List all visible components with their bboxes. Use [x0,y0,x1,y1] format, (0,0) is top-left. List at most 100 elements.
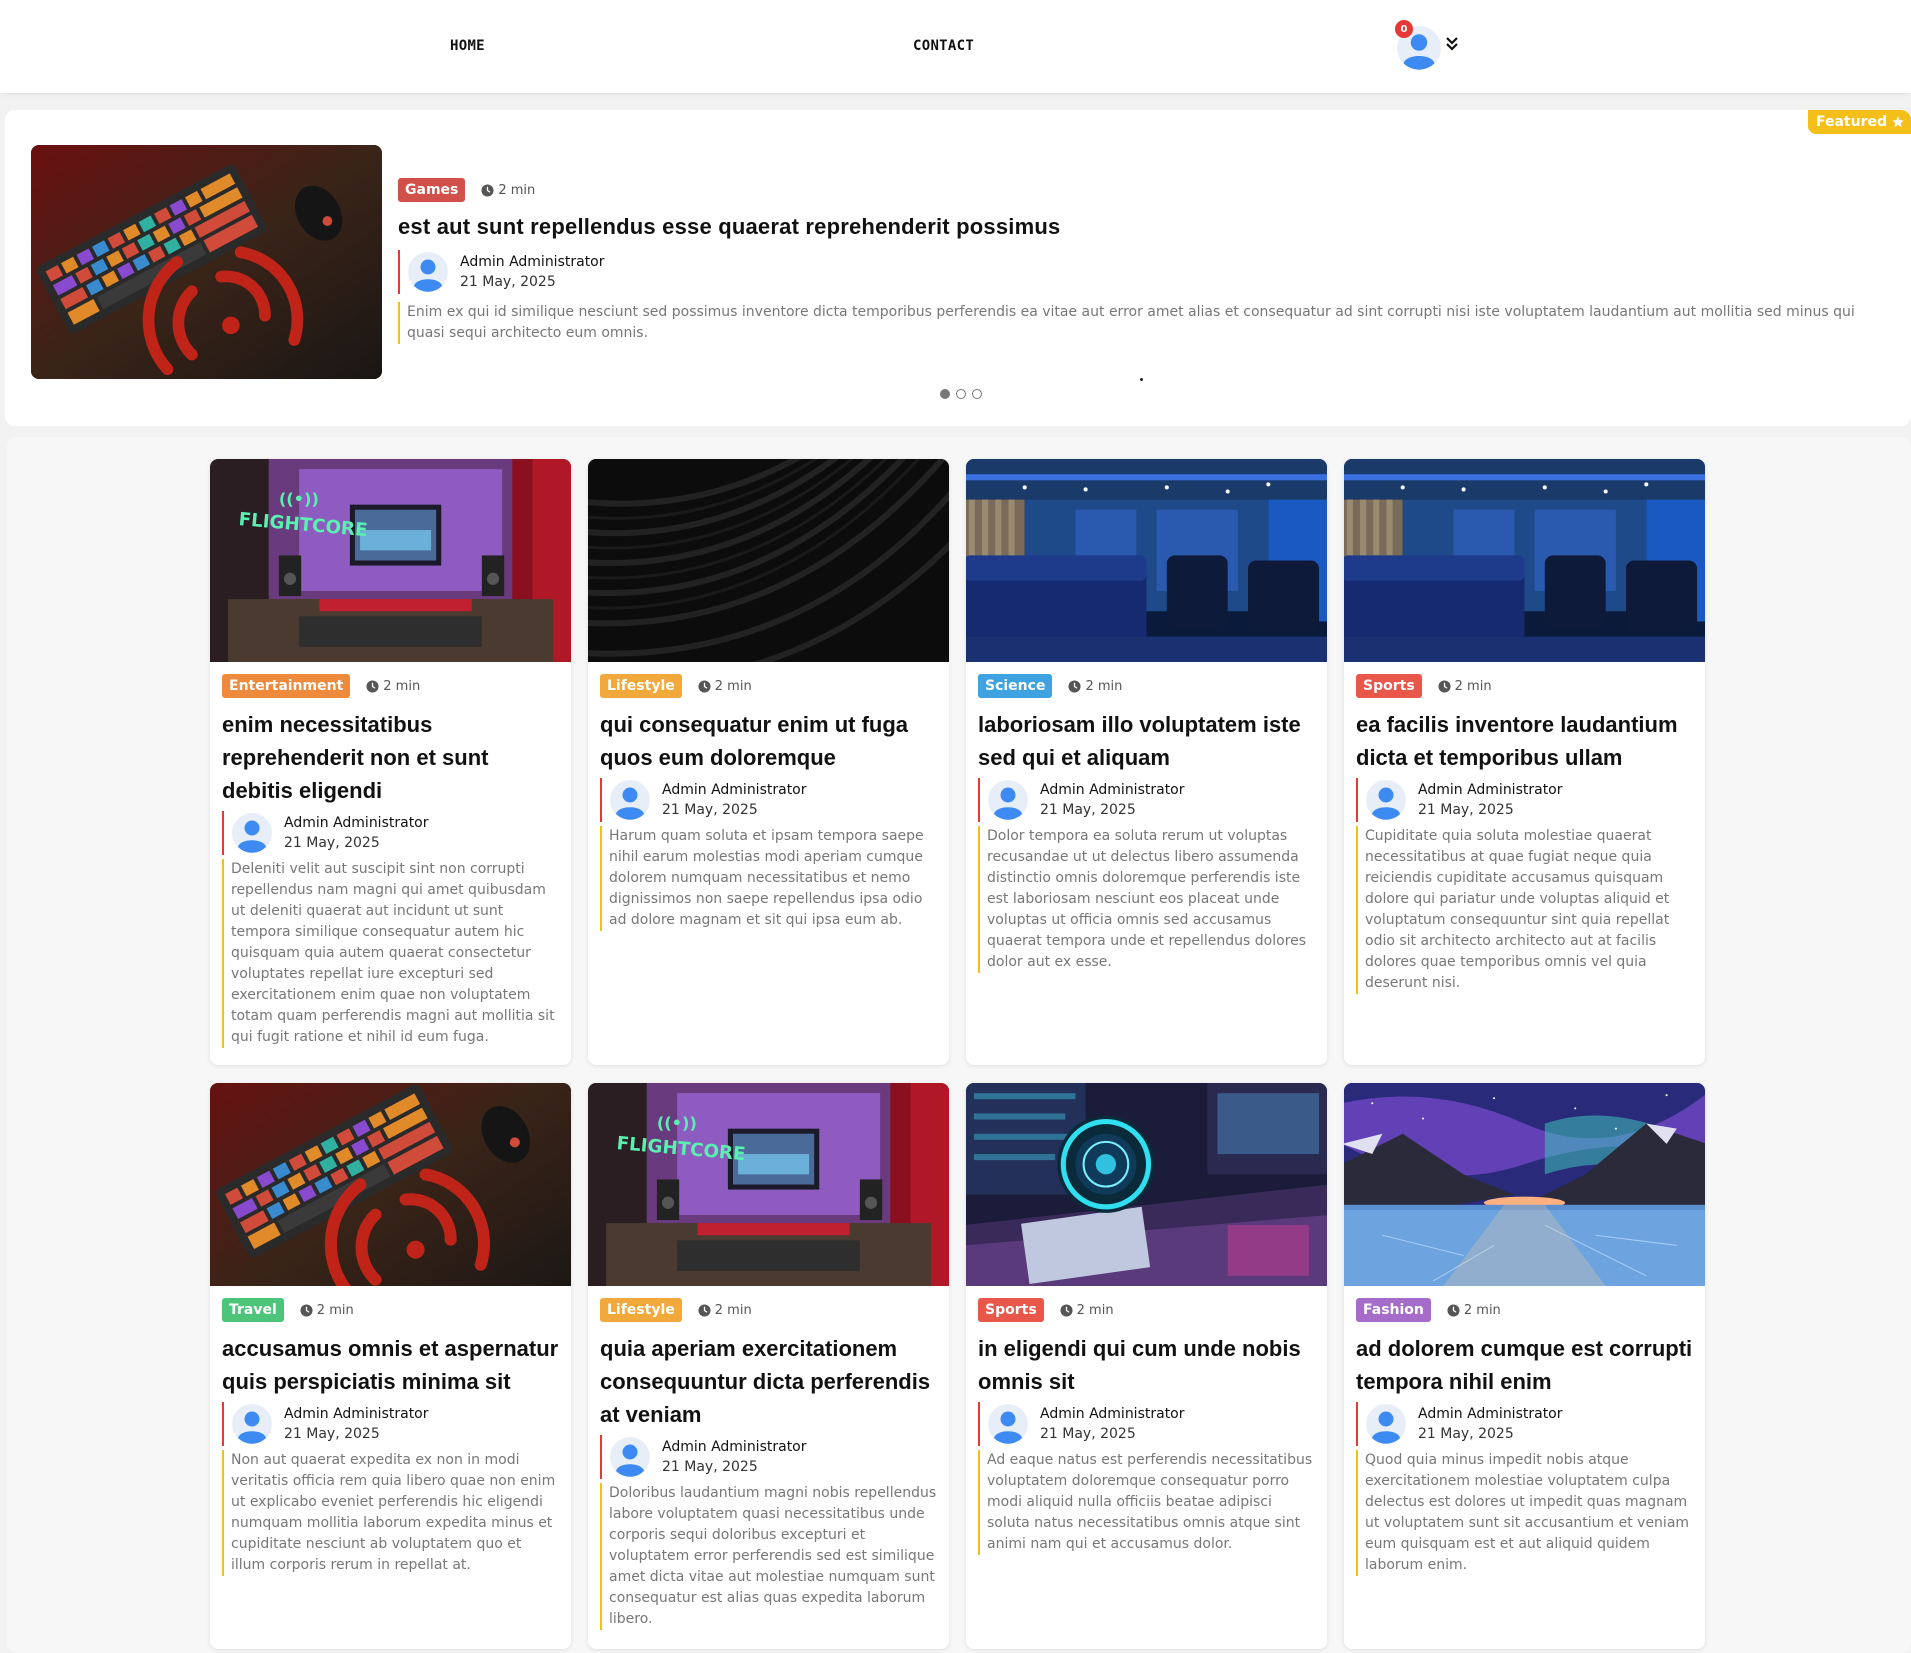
card-excerpt: Harum quam soluta et ipsam tempora saepe… [600,826,937,931]
post-date: 21 May, 2025 [1418,1426,1514,1442]
card-title[interactable]: ad dolorem cumque est corrupti tempora n… [1356,1332,1693,1398]
author-name: Admin Administrator [662,782,807,798]
author-name: Admin Administrator [1418,782,1563,798]
carousel-dot-1[interactable] [940,389,950,399]
card-image[interactable] [1344,459,1705,662]
article-card[interactable]: Sports 2 min ea facilis inventore laudan… [1344,459,1705,1065]
clock-icon [366,680,379,693]
author-block: Admin Administrator 21 May, 2025 [600,778,937,822]
category-tag[interactable]: Lifestyle [600,674,682,698]
featured-image[interactable] [31,145,382,379]
article-card[interactable]: Sports 2 min in eligendi qui cum unde no… [966,1083,1327,1649]
card-excerpt: Dolor tempora ea soluta rerum ut volupta… [978,826,1315,973]
card-excerpt: Doloribus laudantium magni nobis repelle… [600,1483,937,1630]
card-image[interactable] [210,459,571,662]
author-avatar-icon [988,1404,1028,1444]
card-image[interactable] [1344,1083,1705,1286]
decorative-dot [1140,378,1143,381]
category-tag[interactable]: Sports [1356,674,1422,698]
card-title[interactable]: qui consequatur enim ut fuga quos eum do… [600,708,937,774]
author-avatar-icon [610,1437,650,1477]
card-title[interactable]: quia aperiam exercitationem consequuntur… [600,1332,937,1431]
card-excerpt: Ad eaque natus est perferendis necessita… [978,1450,1315,1555]
article-card[interactable]: Lifestyle 2 min quia aperiam exercitatio… [588,1083,949,1649]
article-card[interactable]: Travel 2 min accusamus omnis et aspernat… [210,1083,571,1649]
category-tag[interactable]: Science [978,674,1053,698]
card-excerpt: Deleniti velit aut suscipit sint non cor… [222,859,559,1048]
post-date: 21 May, 2025 [662,1459,758,1475]
clock-icon [698,680,711,693]
read-time: 2 min [1438,679,1492,694]
clock-icon [1068,680,1081,693]
clock-icon [300,1304,313,1317]
category-tag[interactable]: Lifestyle [600,1298,682,1322]
article-card[interactable]: Fashion 2 min ad dolorem cumque est corr… [1344,1083,1705,1649]
author-avatar-icon [988,780,1028,820]
category-tag[interactable]: Entertainment [222,674,351,698]
author-avatar-icon [232,1404,272,1444]
user-menu[interactable]: 0 [1395,20,1459,70]
author-name: Admin Administrator [662,1439,807,1455]
clock-icon [1438,680,1451,693]
read-time: 2 min [1060,1303,1114,1318]
author-name: Admin Administrator [284,1406,429,1422]
read-time: 2 min [698,679,752,694]
author-avatar-icon [232,813,272,853]
card-title[interactable]: accusamus omnis et aspernatur quis persp… [222,1332,559,1398]
card-excerpt: Cupiditate quia soluta molestiae quaerat… [1356,826,1693,994]
author-name: Admin Administrator [1418,1406,1563,1422]
read-time: 2 min [1068,679,1122,694]
card-image[interactable] [966,1083,1327,1286]
read-time: 2 min [698,1303,752,1318]
author-block: Admin Administrator 21 May, 2025 [600,1435,937,1479]
featured-badge: Featured [1807,110,1911,134]
article-card[interactable]: Lifestyle 2 min qui consequatur enim ut … [588,459,949,1065]
post-date: 21 May, 2025 [460,274,556,290]
carousel-dots [940,389,982,399]
nav-contact-link[interactable]: CONTACT [913,38,974,54]
card-title[interactable]: laboriosam illo voluptatem iste sed qui … [978,708,1315,774]
category-tag[interactable]: Games [398,178,466,202]
double-chevron-down-icon[interactable] [1445,36,1459,52]
author-block: Admin Administrator 21 May, 2025 [222,811,559,855]
card-image[interactable] [210,1083,571,1286]
author-avatar-icon [408,252,448,292]
card-image[interactable] [966,459,1327,662]
clock-icon [1447,1304,1460,1317]
card-image[interactable] [588,459,949,662]
top-navbar: HOME CONTACT 0 [0,0,1911,93]
featured-body: Games 2 min est aut sunt repellendus ess… [398,178,1888,344]
author-block: Admin Administrator 21 May, 2025 [1356,778,1693,822]
post-date: 21 May, 2025 [662,802,758,818]
card-title[interactable]: in eligendi qui cum unde nobis omnis sit [978,1332,1315,1398]
featured-title[interactable]: est aut sunt repellendus esse quaerat re… [398,214,1888,240]
clock-icon [698,1304,711,1317]
author-avatar-icon [610,780,650,820]
article-card[interactable]: Entertainment 2 min enim necessitatibus … [210,459,571,1065]
category-tag[interactable]: Sports [978,1298,1044,1322]
card-excerpt: Quod quia minus impedit nobis atque exer… [1356,1450,1693,1576]
author-block: Admin Administrator 21 May, 2025 [222,1402,559,1446]
post-date: 21 May, 2025 [1040,1426,1136,1442]
card-image[interactable] [588,1083,949,1286]
featured-excerpt: Enim ex qui id similique nesciunt sed po… [398,302,1888,344]
carousel-dot-2[interactable] [956,389,966,399]
notification-badge: 0 [1395,20,1413,38]
read-time: 2 min [481,183,535,198]
card-title[interactable]: enim necessitatibus reprehenderit non et… [222,708,559,807]
article-card[interactable]: Science 2 min laboriosam illo voluptatem… [966,459,1327,1065]
author-avatar-icon [1366,1404,1406,1444]
category-tag[interactable]: Fashion [1356,1298,1431,1322]
author-name: Admin Administrator [460,254,605,270]
author-name: Admin Administrator [1040,1406,1185,1422]
nav-home-link[interactable]: HOME [450,38,485,54]
read-time: 2 min [366,679,420,694]
author-avatar-icon [1366,780,1406,820]
category-tag[interactable]: Travel [222,1298,284,1322]
author-block: Admin Administrator 21 May, 2025 [398,250,1888,294]
articles-grid: Entertainment 2 min enim necessitatibus … [7,437,1911,1653]
post-date: 21 May, 2025 [1040,802,1136,818]
read-time: 2 min [1447,1303,1501,1318]
card-title[interactable]: ea facilis inventore laudantium dicta et… [1356,708,1693,774]
carousel-dot-3[interactable] [972,389,982,399]
